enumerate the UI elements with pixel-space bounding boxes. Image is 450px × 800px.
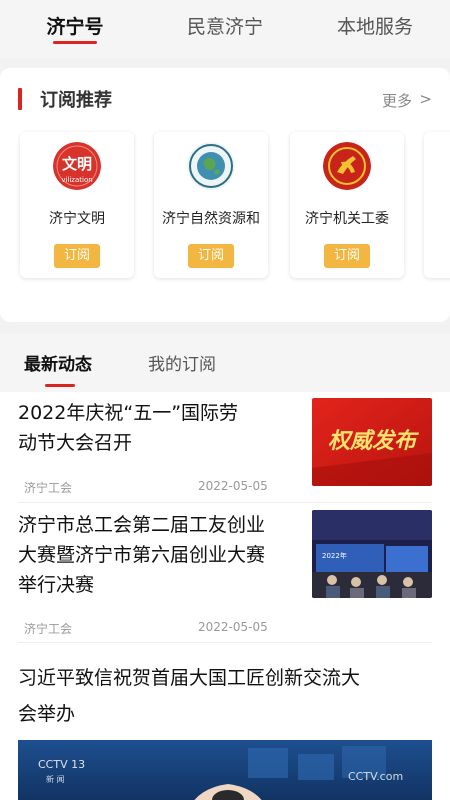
svg-text:CCTV 13: CCTV 13 bbox=[38, 758, 85, 771]
top-tab-bar: 济宁号 民意济宁 本地服务 bbox=[0, 0, 450, 58]
svg-text:权威发布: 权威发布 bbox=[328, 428, 419, 454]
jining-wenming-logo: 文明 vilization bbox=[53, 142, 101, 190]
news-date: 2022-05-05 bbox=[198, 620, 268, 634]
news-title: 2022年庆祝“五一”国际劳 动节大会召开 bbox=[18, 402, 239, 454]
party-emblem-logo bbox=[323, 142, 371, 190]
account-card-jining-wenming[interactable]: 文明 vilization 济宁文明 订阅 bbox=[20, 132, 134, 278]
svg-text:文明: 文明 bbox=[62, 155, 92, 173]
account-name: 济宁文明 bbox=[49, 211, 105, 227]
news-source: 济宁工会 bbox=[24, 481, 73, 495]
chevron-right-icon[interactable]: > bbox=[419, 90, 432, 108]
active-tab-indicator bbox=[45, 384, 75, 387]
subscribe-button[interactable]: 订阅 bbox=[54, 244, 100, 268]
more-link[interactable]: 更多 bbox=[382, 90, 412, 111]
recommend-title: 订阅推荐 bbox=[40, 90, 112, 111]
divider bbox=[18, 642, 432, 643]
tab-minyi-jining[interactable]: 民意济宁 bbox=[150, 0, 300, 58]
natural-resources-logo bbox=[187, 142, 235, 190]
account-card-jining-natural-resources[interactable]: 济宁自然资源和 订阅 bbox=[154, 132, 268, 278]
tab-my-subscriptions[interactable]: 我的订阅 bbox=[148, 350, 216, 375]
news-list: 2022年庆祝“五一”国际劳 动节大会召开 济宁工会 2022-05-05 权威… bbox=[0, 392, 450, 800]
news-title: 习近平致信祝贺首届大国工匠创新交流大 会举办 bbox=[18, 667, 361, 725]
tab-local-services[interactable]: 本地服务 bbox=[300, 0, 450, 58]
account-card-jining-jiguan-gongwei[interactable]: 济宁机关工委 订阅 bbox=[290, 132, 404, 278]
svg-text:vilization: vilization bbox=[61, 176, 92, 184]
divider bbox=[18, 502, 432, 503]
account-name: 济宁自然资源和 bbox=[162, 211, 260, 227]
account-name: 济宁机关工委 bbox=[305, 211, 389, 227]
svg-text:新 闻: 新 闻 bbox=[46, 774, 65, 784]
tab-jining-hao[interactable]: 济宁号 bbox=[0, 0, 150, 58]
news-title: 济宁市总工会第二届工友创业 大赛暨济宁市第六届创业大赛 举行决赛 bbox=[18, 514, 266, 596]
svg-text:2022年: 2022年 bbox=[322, 551, 347, 560]
video-thumbnail[interactable]: CCTV 13 新 闻 CCTV.com bbox=[18, 740, 432, 800]
news-date: 2022-05-05 bbox=[198, 479, 268, 493]
recommend-header: 订阅推荐 更多 > bbox=[0, 86, 450, 112]
account-card-partial[interactable] bbox=[424, 132, 450, 278]
news-tab-bar: 最新动态 我的订阅 bbox=[0, 334, 450, 392]
news-thumbnail: 权威发布 bbox=[312, 398, 432, 486]
news-source: 济宁工会 bbox=[24, 622, 73, 636]
subscribe-button[interactable]: 订阅 bbox=[188, 244, 234, 268]
svg-text:CCTV.com: CCTV.com bbox=[348, 770, 403, 783]
news-thumbnail: 2022年 bbox=[312, 510, 432, 598]
subscribe-button[interactable]: 订阅 bbox=[324, 244, 370, 268]
tab-latest-news[interactable]: 最新动态 bbox=[24, 350, 92, 375]
section-marker bbox=[18, 88, 22, 110]
